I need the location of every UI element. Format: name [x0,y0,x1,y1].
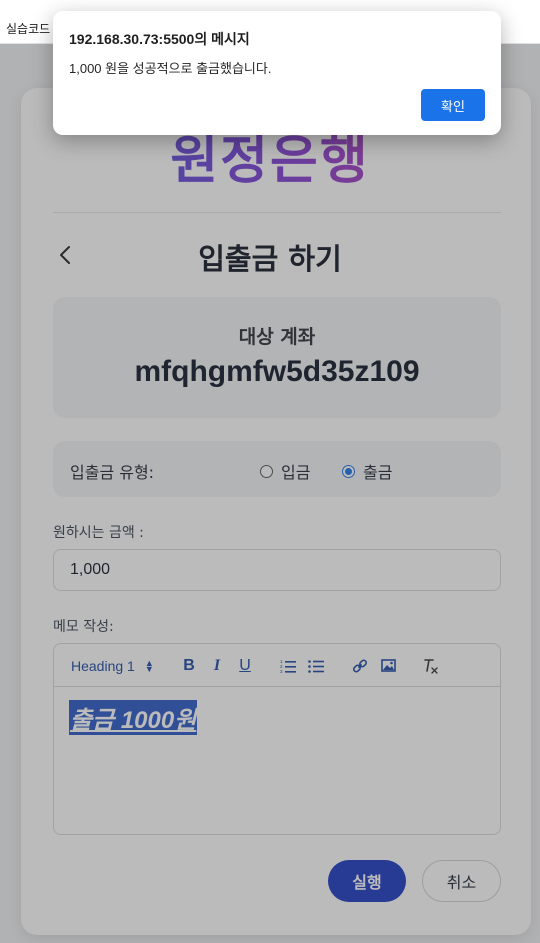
modal-overlay [0,44,540,943]
dialog-title: 192.168.30.73:5500의 메시지 [69,31,250,47]
alert-dialog: 192.168.30.73:5500의 메시지 1,000 원을 성공적으로 출… [53,11,501,135]
bookmark-item[interactable]: 실습코드 [6,20,50,37]
dialog-ok-button[interactable]: 확인 [421,89,485,121]
dialog-message: 1,000 원을 성공적으로 출금했습니다. [69,61,272,76]
